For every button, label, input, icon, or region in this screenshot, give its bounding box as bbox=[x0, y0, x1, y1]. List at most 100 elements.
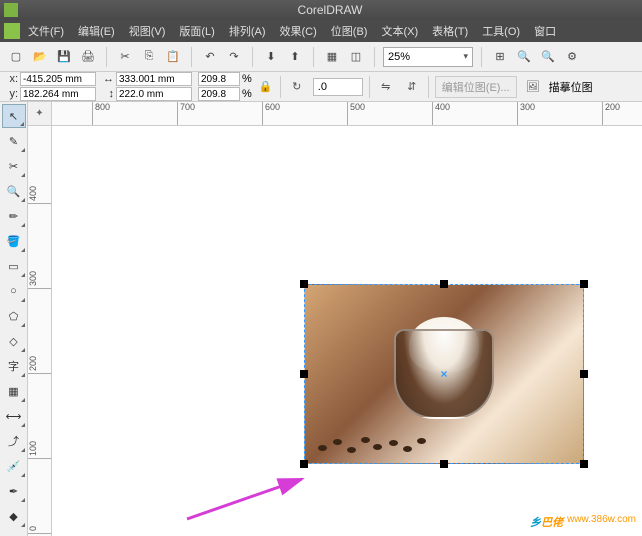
resize-handle-bc[interactable] bbox=[440, 460, 448, 468]
app-menu-icon[interactable] bbox=[4, 23, 20, 39]
scale-y-input[interactable] bbox=[198, 87, 240, 101]
ellipse-tool[interactable]: ○ bbox=[2, 279, 26, 303]
ruler-tick: 600 bbox=[262, 102, 280, 125]
menu-bitmaps[interactable]: 位图(B) bbox=[325, 21, 374, 41]
text-tool[interactable]: 字 bbox=[2, 354, 26, 378]
menu-bar: 文件(F) 编辑(E) 视图(V) 版面(L) 排列(A) 效果(C) 位图(B… bbox=[0, 20, 642, 42]
menu-effects[interactable]: 效果(C) bbox=[274, 21, 323, 41]
vertical-ruler[interactable]: 400 300 200 100 0 bbox=[28, 126, 52, 536]
watermark-url: www.386w.com bbox=[567, 514, 636, 525]
x-position-input[interactable] bbox=[20, 72, 96, 86]
watermark-text: 乡 bbox=[530, 517, 541, 529]
polygon-tool[interactable]: ⬠ bbox=[2, 304, 26, 328]
mirror-h-button[interactable]: ⇋ bbox=[376, 77, 396, 97]
zoom-in-button[interactable]: 🔍 bbox=[514, 47, 534, 67]
ruler-tick: 500 bbox=[347, 102, 365, 125]
rotation-angle-input[interactable] bbox=[313, 78, 363, 96]
menu-file[interactable]: 文件(F) bbox=[22, 21, 70, 41]
zoom-value: 25% bbox=[388, 51, 410, 63]
redo-button[interactable]: ↷ bbox=[224, 47, 244, 67]
y-position-input[interactable] bbox=[20, 87, 96, 101]
ruler-tick: 700 bbox=[177, 102, 195, 125]
selection-center-icon[interactable]: × bbox=[440, 367, 447, 381]
edit-bitmap-button[interactable]: 编辑位图(E)... bbox=[435, 76, 517, 98]
rectangle-tool[interactable]: ▭ bbox=[2, 254, 26, 278]
ruler-tick: 200 bbox=[602, 102, 620, 125]
resize-handle-br[interactable] bbox=[580, 460, 588, 468]
paste-button[interactable]: 📋 bbox=[163, 47, 183, 67]
new-button[interactable]: ▢ bbox=[6, 47, 26, 67]
app-title: CorelDRAW bbox=[22, 3, 638, 17]
cut-button[interactable]: ✂ bbox=[115, 47, 135, 67]
menu-tools[interactable]: 工具(O) bbox=[476, 21, 526, 41]
menu-view[interactable]: 视图(V) bbox=[123, 21, 172, 41]
selected-bitmap[interactable]: × bbox=[304, 284, 584, 464]
eyedropper-tool[interactable]: 💉 bbox=[2, 454, 26, 478]
rotate-icon: ↻ bbox=[287, 77, 307, 97]
y-label: y: bbox=[6, 88, 18, 100]
zoom-tool[interactable]: 🔍 bbox=[2, 179, 26, 203]
outline-tool[interactable]: ✒ bbox=[2, 479, 26, 503]
open-button[interactable]: 📂 bbox=[30, 47, 50, 67]
smart-fill-tool[interactable]: 🪣 bbox=[2, 229, 26, 253]
ruler-tick: 800 bbox=[92, 102, 110, 125]
freehand-tool[interactable]: ✏ bbox=[2, 204, 26, 228]
welcome-button[interactable]: ◫ bbox=[346, 47, 366, 67]
lock-ratio-button[interactable]: 🔒 bbox=[258, 80, 274, 93]
menu-arrange[interactable]: 排列(A) bbox=[223, 21, 272, 41]
resize-handle-tr[interactable] bbox=[580, 280, 588, 288]
resize-handle-mr[interactable] bbox=[580, 370, 588, 378]
resize-handle-tc[interactable] bbox=[440, 280, 448, 288]
snap-button[interactable]: ⊞ bbox=[490, 47, 510, 67]
watermark-text: 巴佬 bbox=[541, 517, 563, 529]
resize-handle-tl[interactable] bbox=[300, 280, 308, 288]
zoom-out-button[interactable]: 🔍 bbox=[538, 47, 558, 67]
watermark-logo: 乡巴佬 bbox=[530, 506, 563, 532]
image-content bbox=[313, 425, 433, 455]
menu-text[interactable]: 文本(X) bbox=[375, 21, 424, 41]
height-input[interactable] bbox=[116, 87, 192, 101]
menu-edit[interactable]: 编辑(E) bbox=[72, 21, 121, 41]
size-group: ↔ ↕ bbox=[102, 72, 192, 101]
ruler-tick: 400 bbox=[432, 102, 450, 125]
options-button[interactable]: ⚙ bbox=[562, 47, 582, 67]
export-button[interactable]: ⬆ bbox=[285, 47, 305, 67]
menu-window[interactable]: 窗口 bbox=[528, 21, 562, 41]
resize-handle-ml[interactable] bbox=[300, 370, 308, 378]
app-launcher-button[interactable]: ▦ bbox=[322, 47, 342, 67]
watermark: 乡巴佬 www.386w.com bbox=[530, 506, 636, 532]
app-icon bbox=[4, 3, 18, 17]
annotation-arrow bbox=[182, 474, 312, 524]
menu-table[interactable]: 表格(T) bbox=[426, 21, 474, 41]
zoom-level-select[interactable]: 25% ▾ bbox=[383, 47, 473, 67]
save-button[interactable]: 💾 bbox=[54, 47, 74, 67]
pick-tool[interactable]: ↖ bbox=[2, 104, 26, 128]
horizontal-ruler[interactable]: 800 700 600 500 400 300 200 bbox=[52, 102, 642, 126]
width-input[interactable] bbox=[116, 72, 192, 86]
standard-toolbar: ▢ 📂 💾 🖨 ✂ ⎘ 📋 ↶ ↷ ⬇ ⬆ ▦ ◫ 25% ▾ ⊞ 🔍 🔍 ⚙ bbox=[0, 42, 642, 72]
shape-tool[interactable]: ✎ bbox=[2, 129, 26, 153]
resize-handle-bl[interactable] bbox=[300, 460, 308, 468]
workspace: ↖ ✎ ✂ 🔍 ✏ 🪣 ▭ ○ ⬠ ◇ 字 ▦ ⟷ ⤴ 💉 ✒ ◆ ✦ 800 … bbox=[0, 102, 642, 536]
width-icon: ↔ bbox=[102, 73, 114, 85]
drawing-canvas[interactable]: × 乡巴佬 www.386w.com bbox=[52, 126, 642, 536]
dimension-tool[interactable]: ⟷ bbox=[2, 404, 26, 428]
ruler-origin[interactable]: ✦ bbox=[28, 102, 52, 126]
separator bbox=[369, 76, 370, 98]
position-group: x: y: bbox=[6, 72, 96, 101]
separator bbox=[428, 76, 429, 98]
separator bbox=[481, 47, 482, 67]
menu-layout[interactable]: 版面(L) bbox=[173, 21, 220, 41]
crop-tool[interactable]: ✂ bbox=[2, 154, 26, 178]
mirror-v-button[interactable]: ⇵ bbox=[402, 77, 422, 97]
table-tool[interactable]: ▦ bbox=[2, 379, 26, 403]
scale-x-input[interactable] bbox=[198, 72, 240, 86]
basic-shapes-tool[interactable]: ◇ bbox=[2, 329, 26, 353]
import-button[interactable]: ⬇ bbox=[261, 47, 281, 67]
undo-button[interactable]: ↶ bbox=[200, 47, 220, 67]
trace-bitmap-button[interactable]: 描摹位图 bbox=[549, 79, 593, 95]
fill-tool[interactable]: ◆ bbox=[2, 504, 26, 528]
print-button[interactable]: 🖨 bbox=[78, 47, 98, 67]
connector-tool[interactable]: ⤴ bbox=[2, 429, 26, 453]
copy-button[interactable]: ⎘ bbox=[139, 47, 159, 67]
